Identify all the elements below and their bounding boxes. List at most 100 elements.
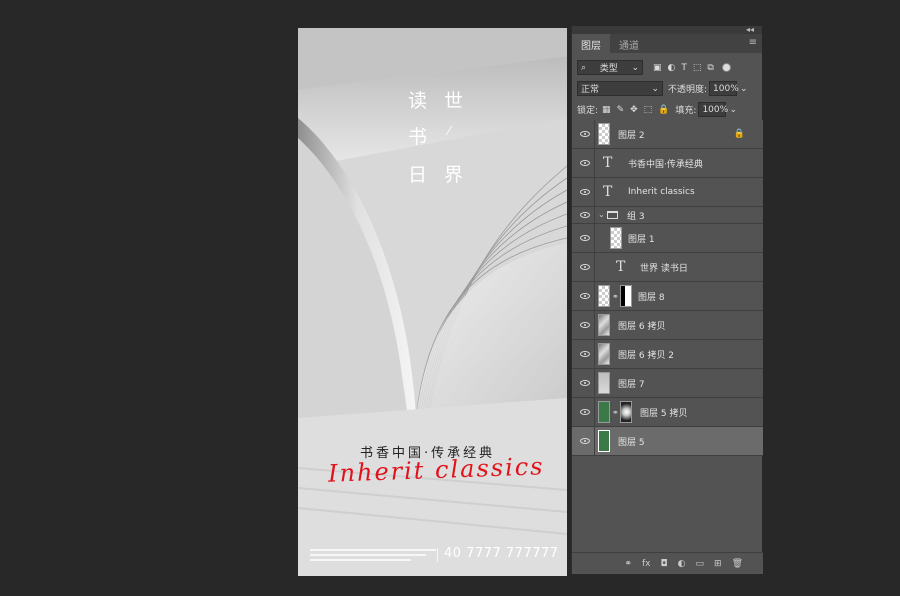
panel-header-bar: ◂◂ (572, 25, 762, 34)
trash-icon[interactable]: 🗑 (732, 559, 743, 569)
collapse-icon[interactable]: ◂◂ (746, 25, 754, 34)
layer-thumbnail (598, 401, 610, 423)
layer-row[interactable]: ⚭ 图层 5 拷贝 (572, 398, 763, 427)
tab-layers[interactable]: 图层 (572, 34, 610, 53)
layers-panel: ◂◂ 图层 通道 ≡ ⌕ 类型 ⌄ ▣ ◐ T ⬚ ⧉ 正常 ⌄ 不透明度: 1… (571, 25, 763, 574)
layer-row[interactable]: 图层 1 (572, 224, 763, 253)
expand-arrow-icon[interactable]: ⌄ (598, 210, 605, 219)
eye-icon[interactable] (580, 351, 590, 357)
layer-name: 图层 5 (618, 437, 645, 448)
link-layers-icon[interactable]: ⚭ (624, 559, 632, 569)
blend-mode-select[interactable]: 正常 ⌄ (577, 81, 663, 96)
layer-thumbnail (598, 285, 610, 307)
chevron-down-icon[interactable]: ⌄ (729, 105, 737, 115)
chevron-down-icon: ⌄ (631, 62, 639, 73)
adjustment-filter-icon[interactable]: ◐ (668, 63, 676, 73)
panel-tabs: 图层 通道 ≡ (572, 34, 762, 53)
layer-mask-thumbnail[interactable] (620, 401, 632, 423)
eye-icon[interactable] (580, 212, 590, 218)
filter-row: ⌕ 类型 ⌄ ▣ ◐ T ⬚ ⧉ (572, 57, 762, 78)
panel-menu-icon[interactable]: ≡ (749, 37, 757, 48)
eye-icon[interactable] (580, 380, 590, 386)
layer-row[interactable]: 图层 6 拷贝 (572, 311, 763, 340)
lock-row: 锁定: ▦ ✎ ✥ ⬚ 🔒 填充: 100% ⌄ (572, 99, 762, 120)
layer-row[interactable]: T Inherit classics (572, 178, 763, 207)
new-layer-icon[interactable]: ⊞ (714, 559, 722, 569)
filter-toggle[interactable] (721, 63, 731, 72)
panel-bottom-toolbar: ⚭ fx ◘ ◐ ▭ ⊞ 🗑 (572, 552, 763, 574)
eye-icon[interactable] (580, 189, 590, 195)
type-layer-icon: T (603, 155, 613, 171)
layer-row[interactable]: ⚭ 图层 8 (572, 282, 763, 311)
chevron-down-icon: ⌄ (651, 83, 659, 94)
eye-icon[interactable] (580, 293, 590, 299)
poster-title-char: 世 (444, 90, 464, 112)
layer-name: 书香中国·传承经典 (628, 159, 703, 170)
layer-row[interactable]: T 书香中国·传承经典 (572, 149, 763, 178)
layer-name: Inherit classics (628, 187, 695, 197)
eye-icon[interactable] (580, 438, 590, 444)
link-icon: ⚭ (612, 291, 619, 301)
fill-label: 填充: (675, 106, 697, 116)
filter-kind-label: 类型 (599, 64, 618, 74)
image-filter-icon[interactable]: ▣ (653, 63, 662, 73)
chevron-down-icon[interactable]: ⌄ (740, 84, 748, 94)
search-icon: ⌕ (581, 62, 587, 73)
eye-icon[interactable] (580, 235, 590, 241)
layer-list: 图层 2 🔒 T 书香中国·传承经典 T Inherit classics ⌄ … (572, 120, 763, 456)
smart-object-filter-icon[interactable]: ⧉ (707, 63, 713, 73)
lock-position-icon[interactable]: ✥ (630, 105, 638, 115)
fx-icon[interactable]: fx (642, 559, 651, 569)
layer-mask-thumbnail[interactable] (620, 285, 632, 307)
tab-channels[interactable]: 通道 (610, 34, 648, 53)
layer-name: 图层 2 (618, 130, 645, 141)
adjustment-layer-icon[interactable]: ◐ (678, 559, 686, 569)
blend-row: 正常 ⌄ 不透明度: 100% ⌄ (572, 78, 762, 99)
poster-phone: 40 7777 777777 (444, 546, 559, 561)
layer-name: 图层 5 拷贝 (640, 408, 688, 419)
lock-all-icon[interactable]: 🔒 (658, 105, 669, 115)
type-layer-icon: T (603, 184, 613, 200)
link-icon: ⚭ (612, 407, 619, 417)
phone-divider (437, 548, 438, 562)
layer-thumbnail (598, 314, 610, 336)
group-row[interactable]: ⌄ 组 3 (572, 207, 763, 224)
lock-icon: 🔒 (733, 129, 745, 139)
eye-icon[interactable] (580, 409, 590, 415)
group-name: 组 3 (627, 211, 645, 222)
layer-name: 世界 读书日 (640, 263, 688, 274)
poster-title-char: 界 (444, 164, 464, 186)
add-mask-icon[interactable]: ◘ (661, 559, 668, 569)
poster-title-char: 书 (408, 126, 428, 148)
lock-pixels-icon[interactable]: ✎ (617, 105, 625, 115)
layer-row[interactable]: T 世界 读书日 (572, 253, 763, 282)
filter-kind-select[interactable]: ⌕ 类型 ⌄ (577, 60, 643, 75)
lock-label: 锁定: (577, 106, 599, 116)
type-filter-icon[interactable]: T (681, 63, 687, 73)
book-pages-graphic (298, 28, 567, 576)
type-layer-icon: T (616, 259, 626, 275)
eye-icon[interactable] (580, 264, 590, 270)
layer-name: 图层 7 (618, 379, 645, 390)
layer-thumbnail (598, 372, 610, 394)
opacity-input[interactable]: 100% (709, 81, 739, 96)
layer-name: 图层 6 拷贝 2 (618, 350, 675, 361)
eye-icon[interactable] (580, 160, 590, 166)
layer-row[interactable]: 图层 7 (572, 369, 763, 398)
layer-row-selected[interactable]: 图层 5 (572, 427, 763, 456)
layer-row[interactable]: 图层 6 拷贝 2 (572, 340, 763, 369)
new-group-icon[interactable]: ▭ (696, 559, 705, 569)
poster-title-char: 读 (408, 90, 428, 112)
layer-row[interactable]: 图层 2 🔒 (572, 120, 763, 149)
eye-icon[interactable] (580, 131, 590, 137)
lock-transparent-icon[interactable]: ▦ (602, 105, 611, 115)
document-canvas[interactable]: 读 世 书 ⁄ 日 界 书香中国·传承经典 Inherit classics 4… (298, 28, 567, 576)
fill-input[interactable]: 100% (698, 102, 728, 117)
fine-print-block (310, 549, 436, 567)
shape-filter-icon[interactable]: ⬚ (693, 63, 702, 73)
poster-title-char: 日 (408, 164, 428, 186)
layer-name: 图层 1 (628, 234, 655, 245)
lock-artboard-icon[interactable]: ⬚ (644, 105, 653, 115)
eye-icon[interactable] (580, 322, 590, 328)
layer-thumbnail (598, 343, 610, 365)
